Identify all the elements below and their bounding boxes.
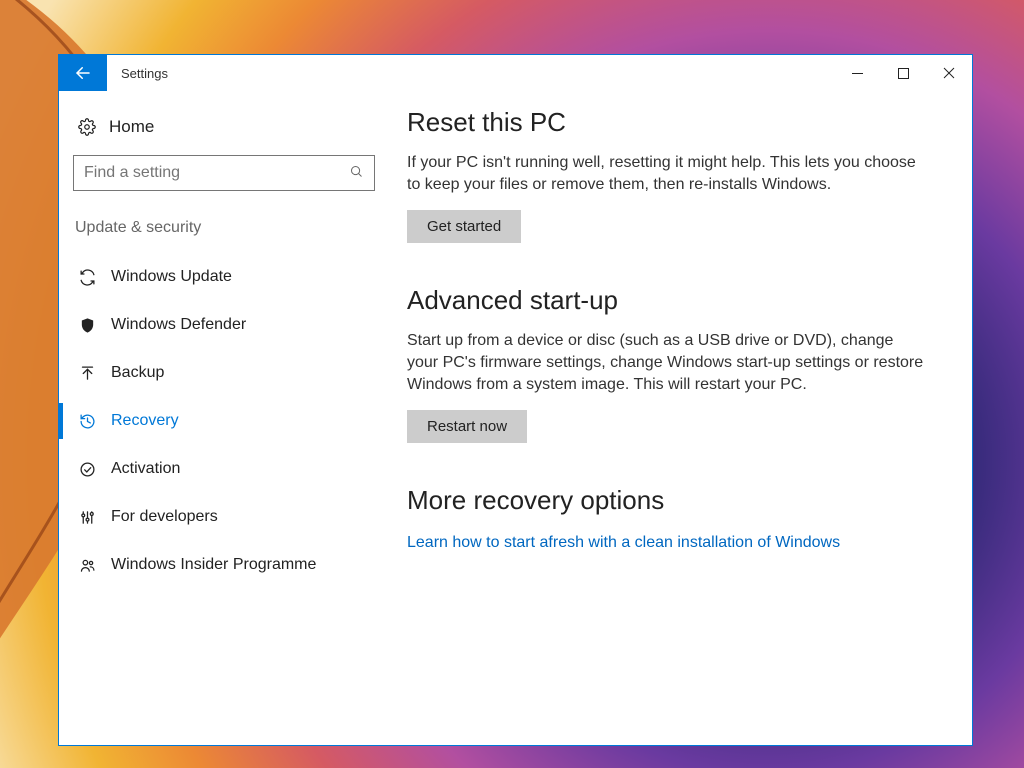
sidebar-item-insider-programme[interactable]: Windows Insider Programme <box>73 541 375 589</box>
close-icon <box>943 67 955 79</box>
section-heading-advanced-startup: Advanced start-up <box>407 285 938 316</box>
history-icon <box>75 413 99 430</box>
backup-arrow-icon <box>75 365 99 382</box>
main-panel: Reset this PC If your PC isn't running w… <box>389 91 972 745</box>
sidebar-nav: Windows Update Windows Defender Backup <box>73 253 375 589</box>
sidebar-item-label: Activation <box>111 460 180 478</box>
sidebar-item-for-developers[interactable]: For developers <box>73 493 375 541</box>
search-icon <box>349 164 364 182</box>
sidebar-item-label: Windows Insider Programme <box>111 556 316 574</box>
app-title: Settings <box>107 55 168 91</box>
arrow-left-icon <box>74 64 92 82</box>
close-button[interactable] <box>926 55 972 91</box>
insider-icon <box>75 557 99 574</box>
sidebar-home[interactable]: Home <box>73 113 375 155</box>
search-input[interactable] <box>84 164 349 182</box>
settings-window: Settings Home <box>58 54 973 746</box>
titlebar: Settings <box>59 55 972 91</box>
back-button[interactable] <box>59 55 107 91</box>
check-circle-icon <box>75 461 99 478</box>
sidebar-section-label: Update & security <box>73 219 375 237</box>
window-controls <box>834 55 972 91</box>
maximize-button[interactable] <box>880 55 926 91</box>
sidebar-item-activation[interactable]: Activation <box>73 445 375 493</box>
sidebar-item-windows-defender[interactable]: Windows Defender <box>73 301 375 349</box>
restart-now-button[interactable]: Restart now <box>407 410 527 443</box>
sidebar-item-recovery[interactable]: Recovery <box>73 397 375 445</box>
sidebar-item-windows-update[interactable]: Windows Update <box>73 253 375 301</box>
dev-tools-icon <box>75 509 99 526</box>
minimize-button[interactable] <box>834 55 880 91</box>
sidebar: Home Update & security Windows Update <box>59 91 389 745</box>
gear-icon <box>75 118 99 136</box>
shield-icon <box>75 317 99 334</box>
sync-icon <box>75 269 99 286</box>
section-body-reset: If your PC isn't running well, resetting… <box>407 152 927 196</box>
sidebar-home-label: Home <box>109 117 154 137</box>
sidebar-item-label: Backup <box>111 364 164 382</box>
minimize-icon <box>852 68 863 79</box>
clean-install-link[interactable]: Learn how to start afresh with a clean i… <box>407 534 840 552</box>
sidebar-item-backup[interactable]: Backup <box>73 349 375 397</box>
sidebar-item-label: Windows Update <box>111 268 232 286</box>
section-body-advanced-startup: Start up from a device or disc (such as … <box>407 330 927 396</box>
search-box[interactable] <box>73 155 375 191</box>
sidebar-item-label: Recovery <box>111 412 179 430</box>
section-heading-more-recovery: More recovery options <box>407 485 938 516</box>
maximize-icon <box>898 68 909 79</box>
sidebar-item-label: Windows Defender <box>111 316 246 334</box>
get-started-button[interactable]: Get started <box>407 210 521 243</box>
sidebar-item-label: For developers <box>111 508 218 526</box>
section-heading-reset: Reset this PC <box>407 107 938 138</box>
